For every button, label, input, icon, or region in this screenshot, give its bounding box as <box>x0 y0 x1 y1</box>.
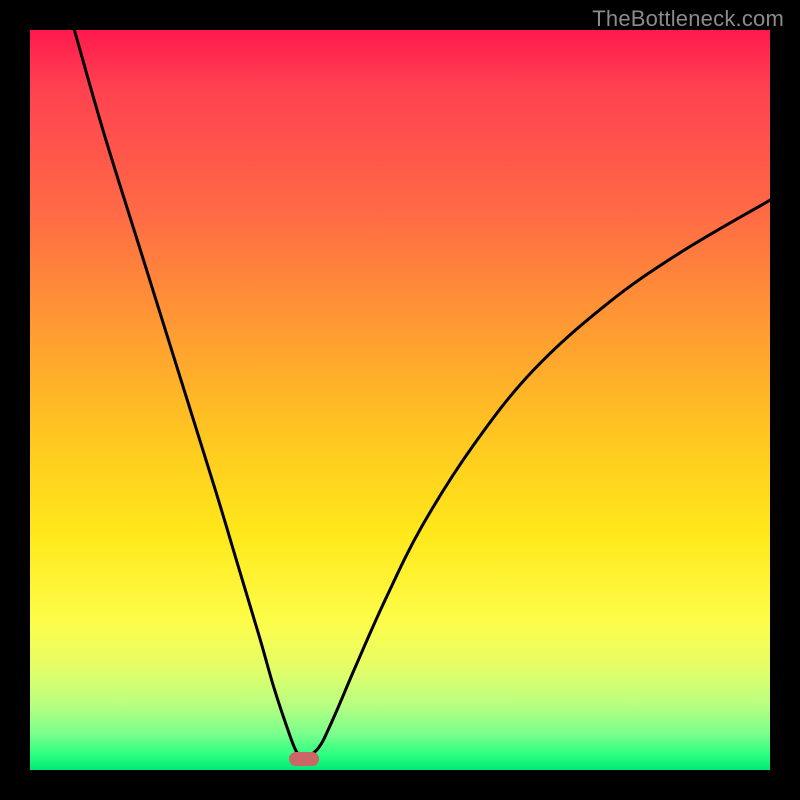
curve-left-branch <box>74 30 303 759</box>
watermark-text: TheBottleneck.com <box>592 6 784 32</box>
plot-area <box>30 30 770 770</box>
chart-frame: TheBottleneck.com <box>0 0 800 800</box>
curve-right-branch <box>304 200 770 759</box>
curve-svg <box>30 30 770 770</box>
bottleneck-marker <box>289 752 319 766</box>
